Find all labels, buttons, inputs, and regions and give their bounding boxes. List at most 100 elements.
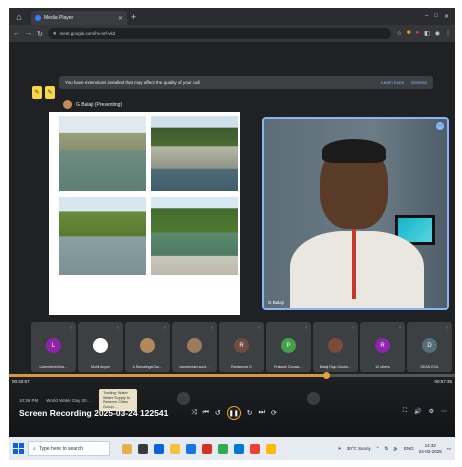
previous-icon[interactable]: ⏮ xyxy=(203,409,209,417)
participant-tile[interactable]: ⋮ narasimhan sund… xyxy=(172,322,217,372)
notification-icon[interactable]: ▭ xyxy=(447,446,451,452)
shuffle-icon[interactable]: ⤨ xyxy=(191,409,197,417)
participant-options-icon[interactable]: ⋮ xyxy=(445,325,449,330)
participant-tile[interactable]: ⋮ Balaji Raju Gosha… xyxy=(313,322,358,372)
participant-options-icon[interactable]: ⋮ xyxy=(304,325,308,330)
participant-name: narasimhan sund… xyxy=(179,365,210,369)
participant-avatar: R xyxy=(375,338,390,353)
participant-name: Balaji Raju Gosha… xyxy=(319,365,352,369)
participant-avatar xyxy=(187,338,202,353)
url-field[interactable]: ● meet.google.com/hv-nrf-vkd xyxy=(47,28,392,39)
participant-avatar: P xyxy=(281,338,296,353)
file-explorer-icon[interactable] xyxy=(170,443,180,454)
participant-avatar: R xyxy=(234,338,249,353)
time-total: 00:57:35 xyxy=(434,379,452,384)
presenter-label: G Balaji (Presenting) xyxy=(63,100,122,109)
participant-tile[interactable]: ⋮ A RamalingaCha… xyxy=(125,322,170,372)
seek-bar[interactable] xyxy=(9,372,455,379)
participant-name: 10 others xyxy=(375,365,390,369)
profile-icon[interactable]: ◉ xyxy=(435,30,440,37)
participant-options-icon[interactable]: ⋮ xyxy=(69,325,73,330)
tab-close-icon[interactable]: ✕ xyxy=(118,15,123,22)
extensions-puzzle-icon[interactable]: ◧ xyxy=(424,30,430,37)
taskbar-search-input[interactable]: ⌕ Type here to search xyxy=(28,441,110,456)
participant-tile[interactable]: ⋮ L Lokeshchechha… xyxy=(31,322,76,372)
taskbar-clock[interactable]: 14:32 24-03-2025 xyxy=(419,443,442,454)
note-icon[interactable]: ✎ xyxy=(45,86,55,99)
learn-more-link[interactable]: Learn more xyxy=(381,80,404,85)
extension-icon[interactable]: ■ xyxy=(407,30,411,37)
participant-options-icon[interactable]: ⋮ xyxy=(351,325,355,330)
participant-options-icon[interactable]: ⋮ xyxy=(210,325,214,330)
more-options-icon[interactable]: ⋯ xyxy=(441,408,447,415)
rewind-icon[interactable]: ↺ xyxy=(215,409,221,417)
language-label[interactable]: ENG xyxy=(404,446,414,451)
participant-avatar: L xyxy=(46,338,61,353)
reload-icon[interactable]: ↻ xyxy=(37,30,43,38)
notes-app-icon[interactable] xyxy=(266,443,276,454)
participant-tile[interactable]: ⋮ D DEAN ECA xyxy=(407,322,452,372)
new-tab-icon[interactable]: + xyxy=(131,12,136,22)
pause-button[interactable]: ❚❚ xyxy=(226,406,241,420)
settings-icon[interactable]: ⚙ xyxy=(429,408,434,415)
repeat-icon[interactable]: ⟳ xyxy=(271,409,277,417)
browser-menu-icon[interactable]: ⋮ xyxy=(445,30,451,37)
task-view-icon[interactable] xyxy=(138,443,148,454)
cortana-app-icon[interactable] xyxy=(122,443,132,454)
network-icon[interactable]: ⇅ xyxy=(385,446,389,452)
participant-name: A RamalingaCha… xyxy=(132,365,163,369)
start-button-icon[interactable] xyxy=(13,443,24,454)
participant-name: DEAN ECA xyxy=(420,365,439,369)
weather-text: 30°C Sunny xyxy=(346,446,371,451)
participant-tile[interactable]: ⋮ P Prakash Gurusa… xyxy=(266,322,311,372)
tile-options-icon[interactable]: ⋯ xyxy=(436,122,444,130)
time-elapsed: 00:40:57 xyxy=(12,379,30,384)
maximize-button[interactable]: □ xyxy=(434,13,438,20)
minimize-button[interactable]: – xyxy=(425,13,428,20)
close-window-button[interactable]: ✕ xyxy=(444,13,449,20)
photo-canal xyxy=(151,197,238,275)
participant-tile[interactable]: ⋮ R Ramkumar G xyxy=(219,322,264,372)
system-tray: ☀ 30°C Sunny ⌃ ⇅ 🔈 ENG 14:32 24-03-2025 … xyxy=(338,443,451,454)
next-icon[interactable]: ⏭ xyxy=(259,409,265,417)
chrome-app-icon[interactable] xyxy=(218,443,228,454)
mail-app-icon[interactable] xyxy=(202,443,212,454)
weather-icon: ☀ xyxy=(337,445,342,451)
dismiss-button[interactable]: Dismiss xyxy=(411,80,427,85)
toolbar-icons: ☆ ■ ● ◧ ◉ ⋮ xyxy=(396,30,451,37)
teams-app-icon[interactable] xyxy=(234,443,244,454)
meta-time: 10:36 PM xyxy=(19,397,39,403)
participant-options-icon[interactable]: ⋮ xyxy=(163,325,167,330)
participant-name: Muhil Anyen xyxy=(90,365,111,369)
presenter-camera-tile[interactable]: G Balaji ⋯ xyxy=(262,117,449,310)
tray-arrow-icon[interactable]: ⌃ xyxy=(376,446,380,452)
tab-title: Media Player xyxy=(44,15,74,21)
participant-options-icon[interactable]: ⋮ xyxy=(398,325,402,330)
participant-tile[interactable]: ⋮ Muhil Anyen xyxy=(78,322,123,372)
browser-tab[interactable]: Media Player ✕ xyxy=(31,11,127,25)
meta-event: World Water Day 20… xyxy=(46,397,92,403)
edge-app-icon[interactable] xyxy=(154,443,164,454)
participant-name: Ramkumar G xyxy=(231,365,252,369)
participant-options-icon[interactable]: ⋮ xyxy=(257,325,261,330)
bookmark-icon[interactable]: ☆ xyxy=(396,30,401,37)
note-icon[interactable]: ✎ xyxy=(32,86,42,99)
volume-tray-icon[interactable]: 🔈 xyxy=(393,446,399,452)
volume-icon[interactable]: 🔊 xyxy=(414,408,421,415)
side-note-icons: ✎ ✎ xyxy=(32,86,55,99)
player-right-controls: ⛶ 🔊 ⚙ ⋯ xyxy=(403,408,447,415)
participant-options-icon[interactable]: ⋮ xyxy=(116,325,120,330)
fullscreen-icon[interactable]: ⛶ xyxy=(403,408,407,415)
forward-icon[interactable]: → xyxy=(25,30,32,37)
media-app-icon[interactable] xyxy=(250,443,260,454)
window-menu-icon[interactable]: ⌂ xyxy=(13,11,25,23)
back-icon[interactable]: ← xyxy=(13,30,20,37)
participant-tile[interactable]: ⋮ R 10 others xyxy=(360,322,405,372)
forward-icon[interactable]: ↻ xyxy=(247,409,253,417)
store-app-icon[interactable] xyxy=(186,443,196,454)
media-player-controls: 00:40:57 00:57:35 10:36 PM World Water D… xyxy=(9,372,455,437)
taskbar-apps xyxy=(122,443,276,454)
seek-bar-fill xyxy=(9,374,326,377)
record-extension-icon[interactable]: ● xyxy=(415,30,419,37)
seek-bar-knob[interactable] xyxy=(322,372,330,379)
